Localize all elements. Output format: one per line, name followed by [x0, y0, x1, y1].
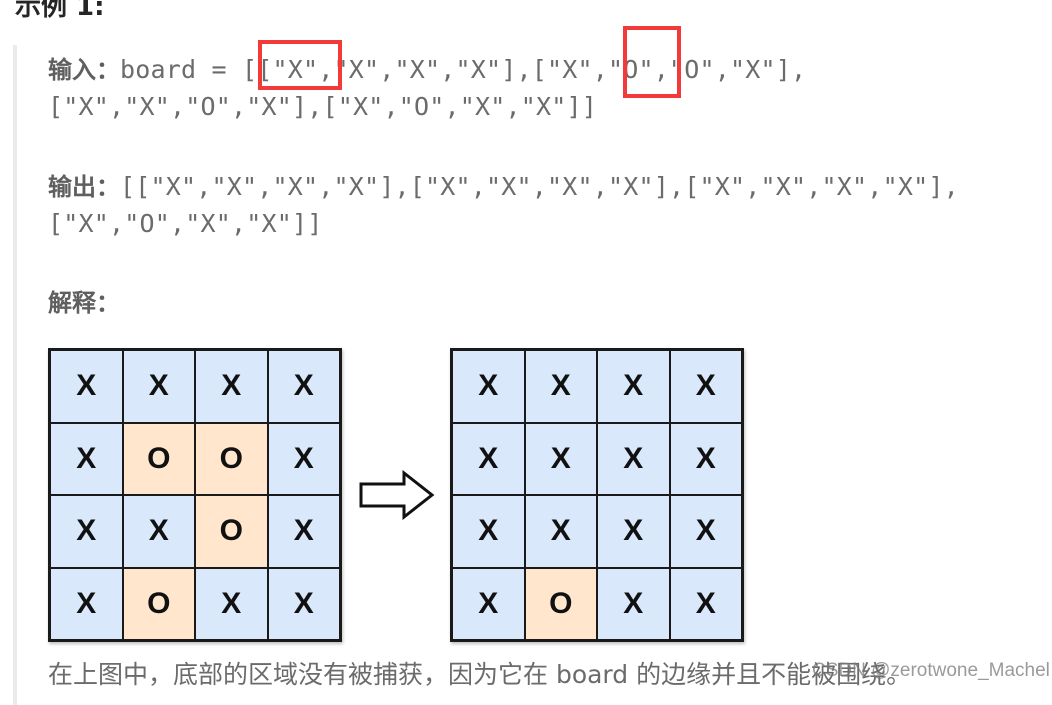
input-line-2: ["X","X","O","X"],["X","O","X","X"]] [48, 92, 598, 121]
board-cell: X [597, 422, 670, 495]
board-cell: X [524, 495, 597, 568]
input-label: 输入： [48, 56, 120, 84]
board-cell: X [597, 567, 670, 640]
output-value-1: [["X","X","X","X"],["X","X","X","X"],["X… [120, 172, 959, 201]
example-heading: 示例 1: [15, 0, 105, 22]
board-cell: X [267, 350, 340, 423]
highlight-box-o [623, 26, 681, 98]
board-cell: X [669, 350, 742, 423]
watermark: CSDN @zerotwone_Machel [812, 660, 1050, 681]
explanation-label: 解释： [48, 289, 120, 317]
board-before-grid: XXXXXOOXXXOXXOXX [48, 348, 342, 642]
board-cell: O [524, 567, 597, 640]
board-cell: O [195, 495, 268, 568]
board-cell: X [122, 495, 195, 568]
right-arrow-icon [359, 470, 435, 520]
board-cell: X [122, 350, 195, 423]
board-after-grid: XXXXXXXXXXXXXOXX [450, 348, 744, 642]
input-value-1: board = [["X","X","X","X"],["X","O","O",… [120, 55, 807, 84]
board-cell: X [195, 350, 268, 423]
board-cell: X [524, 350, 597, 423]
board-cell: X [195, 567, 268, 640]
board-cell: X [267, 422, 340, 495]
board-cell: X [267, 495, 340, 568]
board-cell: X [50, 567, 123, 640]
board-cell: X [50, 495, 123, 568]
blockquote-border [13, 45, 17, 705]
output-line-2: ["X","O","X","X"]] [48, 209, 323, 238]
board-cell: X [669, 422, 742, 495]
board-cell: X [452, 495, 525, 568]
board-cell: X [669, 567, 742, 640]
board-cell: X [669, 495, 742, 568]
explanation-line: 解释： [48, 283, 120, 318]
board-cell: X [597, 495, 670, 568]
explanation-caption: 在上图中，底部的区域没有被捕获，因为它在 board 的边缘并且不能被围绕。 [48, 660, 912, 689]
board-cell: O [195, 422, 268, 495]
board-cell: O [122, 422, 195, 495]
board-cell: X [524, 422, 597, 495]
output-line-1: 输出：[["X","X","X","X"],["X","X","X","X"],… [48, 167, 959, 202]
board-cell: X [50, 350, 123, 423]
board-cell: X [452, 350, 525, 423]
board-cell: O [122, 567, 195, 640]
board-cell: X [267, 567, 340, 640]
highlight-box-first-x [258, 40, 342, 90]
board-cell: X [597, 350, 670, 423]
board-cell: X [50, 422, 123, 495]
output-label: 输出： [48, 173, 120, 201]
board-cell: X [452, 422, 525, 495]
board-cell: X [452, 567, 525, 640]
input-line-1: 输入：board = [["X","X","X","X"],["X","O","… [48, 50, 806, 85]
